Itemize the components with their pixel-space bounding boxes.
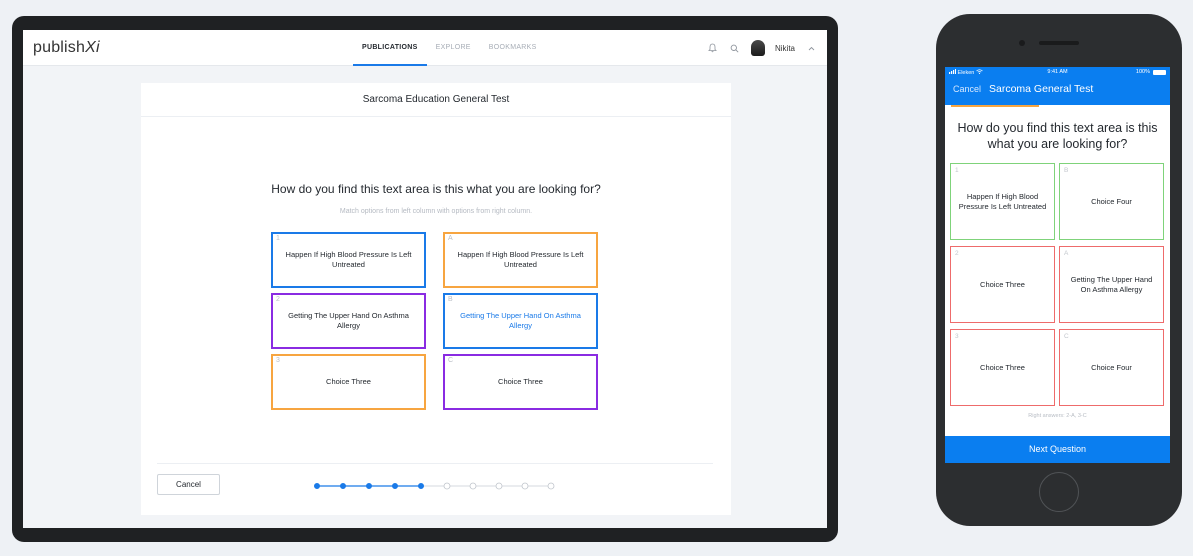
app-logo[interactable]: publishXi — [33, 39, 100, 57]
nav-publications[interactable]: PUBLICATIONS — [353, 30, 427, 66]
progress-step-4[interactable] — [392, 483, 399, 489]
battery-percent: 100% — [1135, 69, 1150, 75]
left-option-3[interactable]: 3 Choice Three — [271, 354, 426, 410]
left-option-2[interactable]: 2 Choice Three — [950, 246, 1055, 323]
progress-step-10[interactable] — [547, 482, 555, 490]
cancel-button[interactable]: Cancel — [157, 474, 220, 495]
header-accent — [951, 105, 1039, 107]
phone-title: Sarcoma General Test — [989, 83, 1094, 95]
right-option-A[interactable]: A Happen If High Blood Pressure Is Left U… — [443, 232, 598, 288]
left-option-1[interactable]: 1 Happen If High Blood Pressure Is Left U… — [950, 163, 1055, 240]
option-text: Happen If High Blood Pressure Is Left Un… — [958, 191, 1047, 211]
option-text: Choice Three — [980, 362, 1025, 372]
tablet-device: publishXi PUBLICATIONS EXPLORE BOOKMARKS… — [12, 16, 838, 542]
right-option-C[interactable]: C Choice Four — [1059, 329, 1164, 406]
progress-step-3[interactable] — [366, 483, 373, 489]
main-nav: PUBLICATIONS EXPLORE BOOKMARKS — [353, 30, 546, 66]
option-key: B — [448, 296, 453, 303]
left-option-2[interactable]: 2 Getting The Upper Hand On Asthma Allerg… — [271, 293, 426, 349]
battery: 100% — [1136, 69, 1166, 75]
option-key: 3 — [276, 357, 280, 364]
progress-step-9[interactable] — [521, 482, 529, 490]
right-option-A[interactable]: A Getting The Upper Hand On Asthma Allerg… — [1059, 246, 1164, 323]
option-text: Getting The Upper Hand On Asthma Allergy — [1070, 274, 1153, 294]
instruction-text: Match options from left column with opti… — [339, 208, 533, 215]
top-right-controls: Nikita — [707, 30, 817, 66]
option-key: 2 — [276, 296, 280, 303]
left-option-1[interactable]: 1 Happen If High Blood Pressure Is Left U… — [271, 232, 426, 288]
option-text: Choice Three — [498, 377, 543, 386]
nav-bookmarks[interactable]: BOOKMARKS — [480, 30, 546, 66]
question-progress — [314, 482, 555, 490]
option-text: Happen If High Blood Pressure Is Left Un… — [285, 250, 412, 269]
right-option-B[interactable]: B Getting The Upper Hand On Asthma Allerg… — [443, 293, 598, 349]
left-option-3[interactable]: 3 Choice Three — [950, 329, 1055, 406]
next-question-button[interactable]: Next Question — [945, 436, 1170, 463]
option-text: Happen If High Blood Pressure Is Left Un… — [457, 250, 584, 269]
progress-step-2[interactable] — [339, 483, 346, 489]
phone-cancel-button[interactable]: Cancel — [953, 84, 981, 94]
question-text: How do you find this text area is this w… — [271, 182, 601, 196]
option-text: Getting The Upper Hand On Asthma Allergy — [288, 311, 409, 330]
user-avatar[interactable] — [750, 40, 765, 56]
phone-screen: Eleken 9:41 AM 100% Cancel Sarcoma Gener… — [945, 67, 1170, 463]
phone-question-text: How do you find this text area is this w… — [957, 121, 1158, 151]
phone-header: Eleken 9:41 AM 100% Cancel Sarcoma Gener… — [945, 67, 1170, 105]
top-navbar: publishXi PUBLICATIONS EXPLORE BOOKMARKS… — [23, 30, 827, 66]
option-text: Choice Four — [1091, 196, 1132, 206]
right-option-B[interactable]: B Choice Four — [1059, 163, 1164, 240]
camera — [1019, 40, 1025, 46]
option-key: A — [448, 235, 453, 242]
progress-step-6[interactable] — [443, 482, 451, 490]
progress-step-5[interactable] — [418, 483, 425, 489]
progress-step-1[interactable] — [314, 483, 320, 489]
option-key: 1 — [276, 235, 280, 242]
progress-step-8[interactable] — [495, 482, 503, 490]
option-text: Choice Three — [326, 377, 371, 386]
card-title: Sarcoma Education General Test — [141, 83, 731, 117]
user-name[interactable]: Nikita — [775, 44, 795, 53]
chevron-up-icon[interactable] — [805, 42, 817, 54]
right-option-C[interactable]: C Choice Three — [443, 354, 598, 410]
option-text: Getting The Upper Hand On Asthma Allergy — [460, 311, 581, 330]
test-card: Sarcoma Education General Test How do yo… — [141, 83, 731, 515]
phone-device: Eleken 9:41 AM 100% Cancel Sarcoma Gener… — [936, 14, 1182, 526]
battery-icon — [1153, 69, 1166, 75]
bell-icon[interactable] — [707, 42, 719, 54]
right-answers-text: Right answers: 2-A, 3-C — [1028, 413, 1087, 419]
option-text: Choice Four — [1091, 362, 1132, 372]
option-text: Choice Three — [980, 279, 1025, 289]
nav-explore[interactable]: EXPLORE — [427, 30, 480, 66]
speaker — [1039, 41, 1079, 45]
status-bar: Eleken 9:41 AM 100% — [945, 69, 1170, 79]
home-button[interactable] — [1039, 472, 1079, 512]
tablet-screen: publishXi PUBLICATIONS EXPLORE BOOKMARKS… — [23, 30, 827, 528]
search-icon[interactable] — [729, 42, 741, 54]
progress-step-7[interactable] — [469, 482, 477, 490]
footer-divider — [157, 463, 713, 464]
